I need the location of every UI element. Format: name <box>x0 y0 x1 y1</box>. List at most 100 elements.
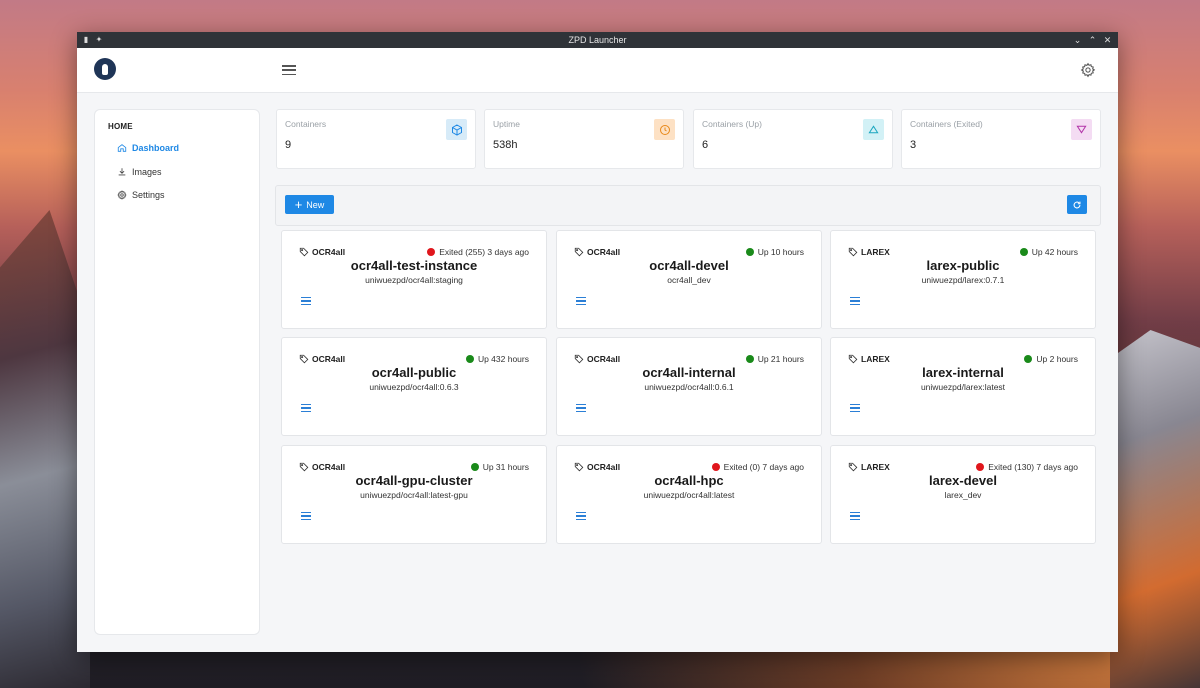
status-dot <box>745 355 754 363</box>
status-dot <box>1019 248 1028 256</box>
tag-icon <box>574 354 584 364</box>
container-status: Up 21 hours <box>745 354 804 364</box>
status-dot <box>1024 355 1033 363</box>
container-tag: LAREX <box>848 247 890 257</box>
stat-value: 9 <box>285 139 292 151</box>
tag-icon <box>299 462 309 472</box>
container-tag-label: LAREX <box>861 247 890 257</box>
container-name: ocr4all-test-instance <box>350 258 478 273</box>
container-card[interactable]: LAREX Exited (130) 7 days ago larex-devel l… <box>830 445 1096 544</box>
status-dot <box>745 248 754 256</box>
container-tag-label: OCR4all <box>312 462 346 472</box>
sidebar: HOME Dashboard Images Settings <box>94 109 260 635</box>
container-card[interactable]: LAREX Up 42 hours larex-public uniwuezpd/la… <box>830 230 1096 329</box>
container-menu-icon[interactable] <box>301 297 311 305</box>
container-card[interactable]: OCR4all Up 10 hours ocr4all-devel ocr4all_d… <box>556 230 822 329</box>
container-card[interactable]: LAREX Up 2 hours larex-internal uniwuezpd/l… <box>830 337 1096 436</box>
container-menu-icon[interactable] <box>576 512 586 520</box>
container-menu-icon[interactable] <box>850 404 860 412</box>
container-card[interactable]: OCR4all Up 21 hours ocr4all-internal uniwue… <box>556 337 822 436</box>
tag-icon <box>574 247 584 257</box>
tag-icon <box>299 247 309 257</box>
hamburger-menu-icon[interactable] <box>282 65 296 76</box>
containers-toolbar: + New <box>275 185 1101 226</box>
cube-icon <box>446 119 467 140</box>
pin-icon[interactable]: ✦ <box>95 34 103 45</box>
sidebar-item-dashboard[interactable]: Dashboard <box>117 141 179 155</box>
app-window: ▮ ✦ ZPD Launcher ⌄ ⌃ ✕ HOME Dashboard Im… <box>77 32 1118 652</box>
download-icon <box>118 168 126 176</box>
container-status: Up 10 hours <box>745 247 804 257</box>
container-card[interactable]: OCR4all Exited (255) 3 days ago ocr4all-te… <box>281 230 547 329</box>
container-image: uniwuezpd/ocr4all:latest-gpu <box>360 490 468 500</box>
window-title: ZPD Launcher <box>568 35 627 45</box>
sidebar-item-settings[interactable]: Settings <box>117 188 165 202</box>
container-menu-icon[interactable] <box>850 297 860 305</box>
container-status: Up 2 hours <box>1024 354 1078 364</box>
container-tag-label: OCR4all <box>587 462 621 472</box>
container-status: Up 432 hours <box>465 354 529 364</box>
container-tag: OCR4all <box>299 462 345 472</box>
window-app-icon: ▮ <box>83 35 89 44</box>
container-card[interactable]: OCR4all Exited (0) 7 days ago ocr4all-hpc u… <box>556 445 822 544</box>
zpd-logo-icon[interactable] <box>94 58 116 80</box>
container-image: uniwuezpd/ocr4all:staging <box>365 275 463 285</box>
sidebar-item-label: Dashboard <box>132 143 180 153</box>
container-status: Exited (255) 3 days ago <box>427 247 529 257</box>
container-tag-label: OCR4all <box>312 354 346 364</box>
container-name: ocr4all-internal <box>642 365 736 380</box>
container-card[interactable]: OCR4all Up 432 hours ocr4all-public uniwuez… <box>281 337 547 436</box>
container-menu-icon[interactable] <box>576 297 586 305</box>
stat-label: Containers (Exited) <box>910 119 983 129</box>
stat-label: Containers <box>285 119 327 129</box>
tag-icon <box>848 354 858 364</box>
container-menu-icon[interactable] <box>301 512 311 520</box>
container-menu-icon[interactable] <box>301 404 311 412</box>
close-icon[interactable]: ✕ <box>1103 35 1112 46</box>
sidebar-item-images[interactable]: Images <box>117 165 162 179</box>
stat-label: Containers (Up) <box>702 119 762 129</box>
gear-icon[interactable] <box>1080 62 1096 78</box>
container-status-text: Exited (0) 7 days ago <box>723 462 804 472</box>
new-container-button[interactable]: + New <box>285 195 334 214</box>
status-dot <box>470 463 479 471</box>
tag-icon <box>848 247 858 257</box>
sidebar-item-label: Images <box>132 167 162 177</box>
triangle-up-icon <box>863 119 884 140</box>
container-tag-label: OCR4all <box>312 247 346 257</box>
container-menu-icon[interactable] <box>850 512 860 520</box>
stat-card-uptime: Uptime 538h <box>484 109 684 169</box>
container-tag: LAREX <box>848 462 890 472</box>
container-tag: OCR4all <box>299 247 345 257</box>
stat-value: 6 <box>702 139 709 151</box>
container-card[interactable]: OCR4all Up 31 hours ocr4all-gpu-cluster uni… <box>281 445 547 544</box>
tag-icon <box>299 354 309 364</box>
clock-icon <box>654 119 675 140</box>
maximize-icon[interactable]: ⌃ <box>1088 35 1097 46</box>
tag-icon <box>848 462 858 472</box>
tag-icon <box>574 462 584 472</box>
new-button-label: New <box>306 199 325 210</box>
container-image: uniwuezpd/ocr4all:latest <box>643 490 735 500</box>
container-name: larex-public <box>926 258 1000 273</box>
window-titlebar[interactable]: ▮ ✦ ZPD Launcher ⌄ ⌃ ✕ <box>77 32 1118 48</box>
container-status: Exited (0) 7 days ago <box>711 462 804 472</box>
container-tag-label: OCR4all <box>587 354 621 364</box>
stat-value: 538h <box>493 139 518 151</box>
stat-card-containers-up: Containers (Up) 6 <box>693 109 893 169</box>
container-status: Up 31 hours <box>470 462 529 472</box>
wallpaper-mountain-right <box>1110 330 1200 688</box>
refresh-button[interactable] <box>1067 195 1087 214</box>
container-tag-label: LAREX <box>861 462 890 472</box>
container-status-text: Exited (130) 7 days ago <box>988 462 1078 472</box>
stat-card-containers: Containers 9 <box>276 109 476 169</box>
stat-card-containers-exited: Containers (Exited) 3 <box>901 109 1101 169</box>
container-name: ocr4all-gpu-cluster <box>355 473 473 488</box>
container-status-text: Up 2 hours <box>1036 354 1078 364</box>
container-tag-label: LAREX <box>861 354 890 364</box>
container-tag: OCR4all <box>574 354 620 364</box>
minimize-icon[interactable]: ⌄ <box>1073 35 1082 46</box>
container-status-text: Up 42 hours <box>1031 247 1078 257</box>
container-menu-icon[interactable] <box>576 404 586 412</box>
status-dot <box>465 355 474 363</box>
